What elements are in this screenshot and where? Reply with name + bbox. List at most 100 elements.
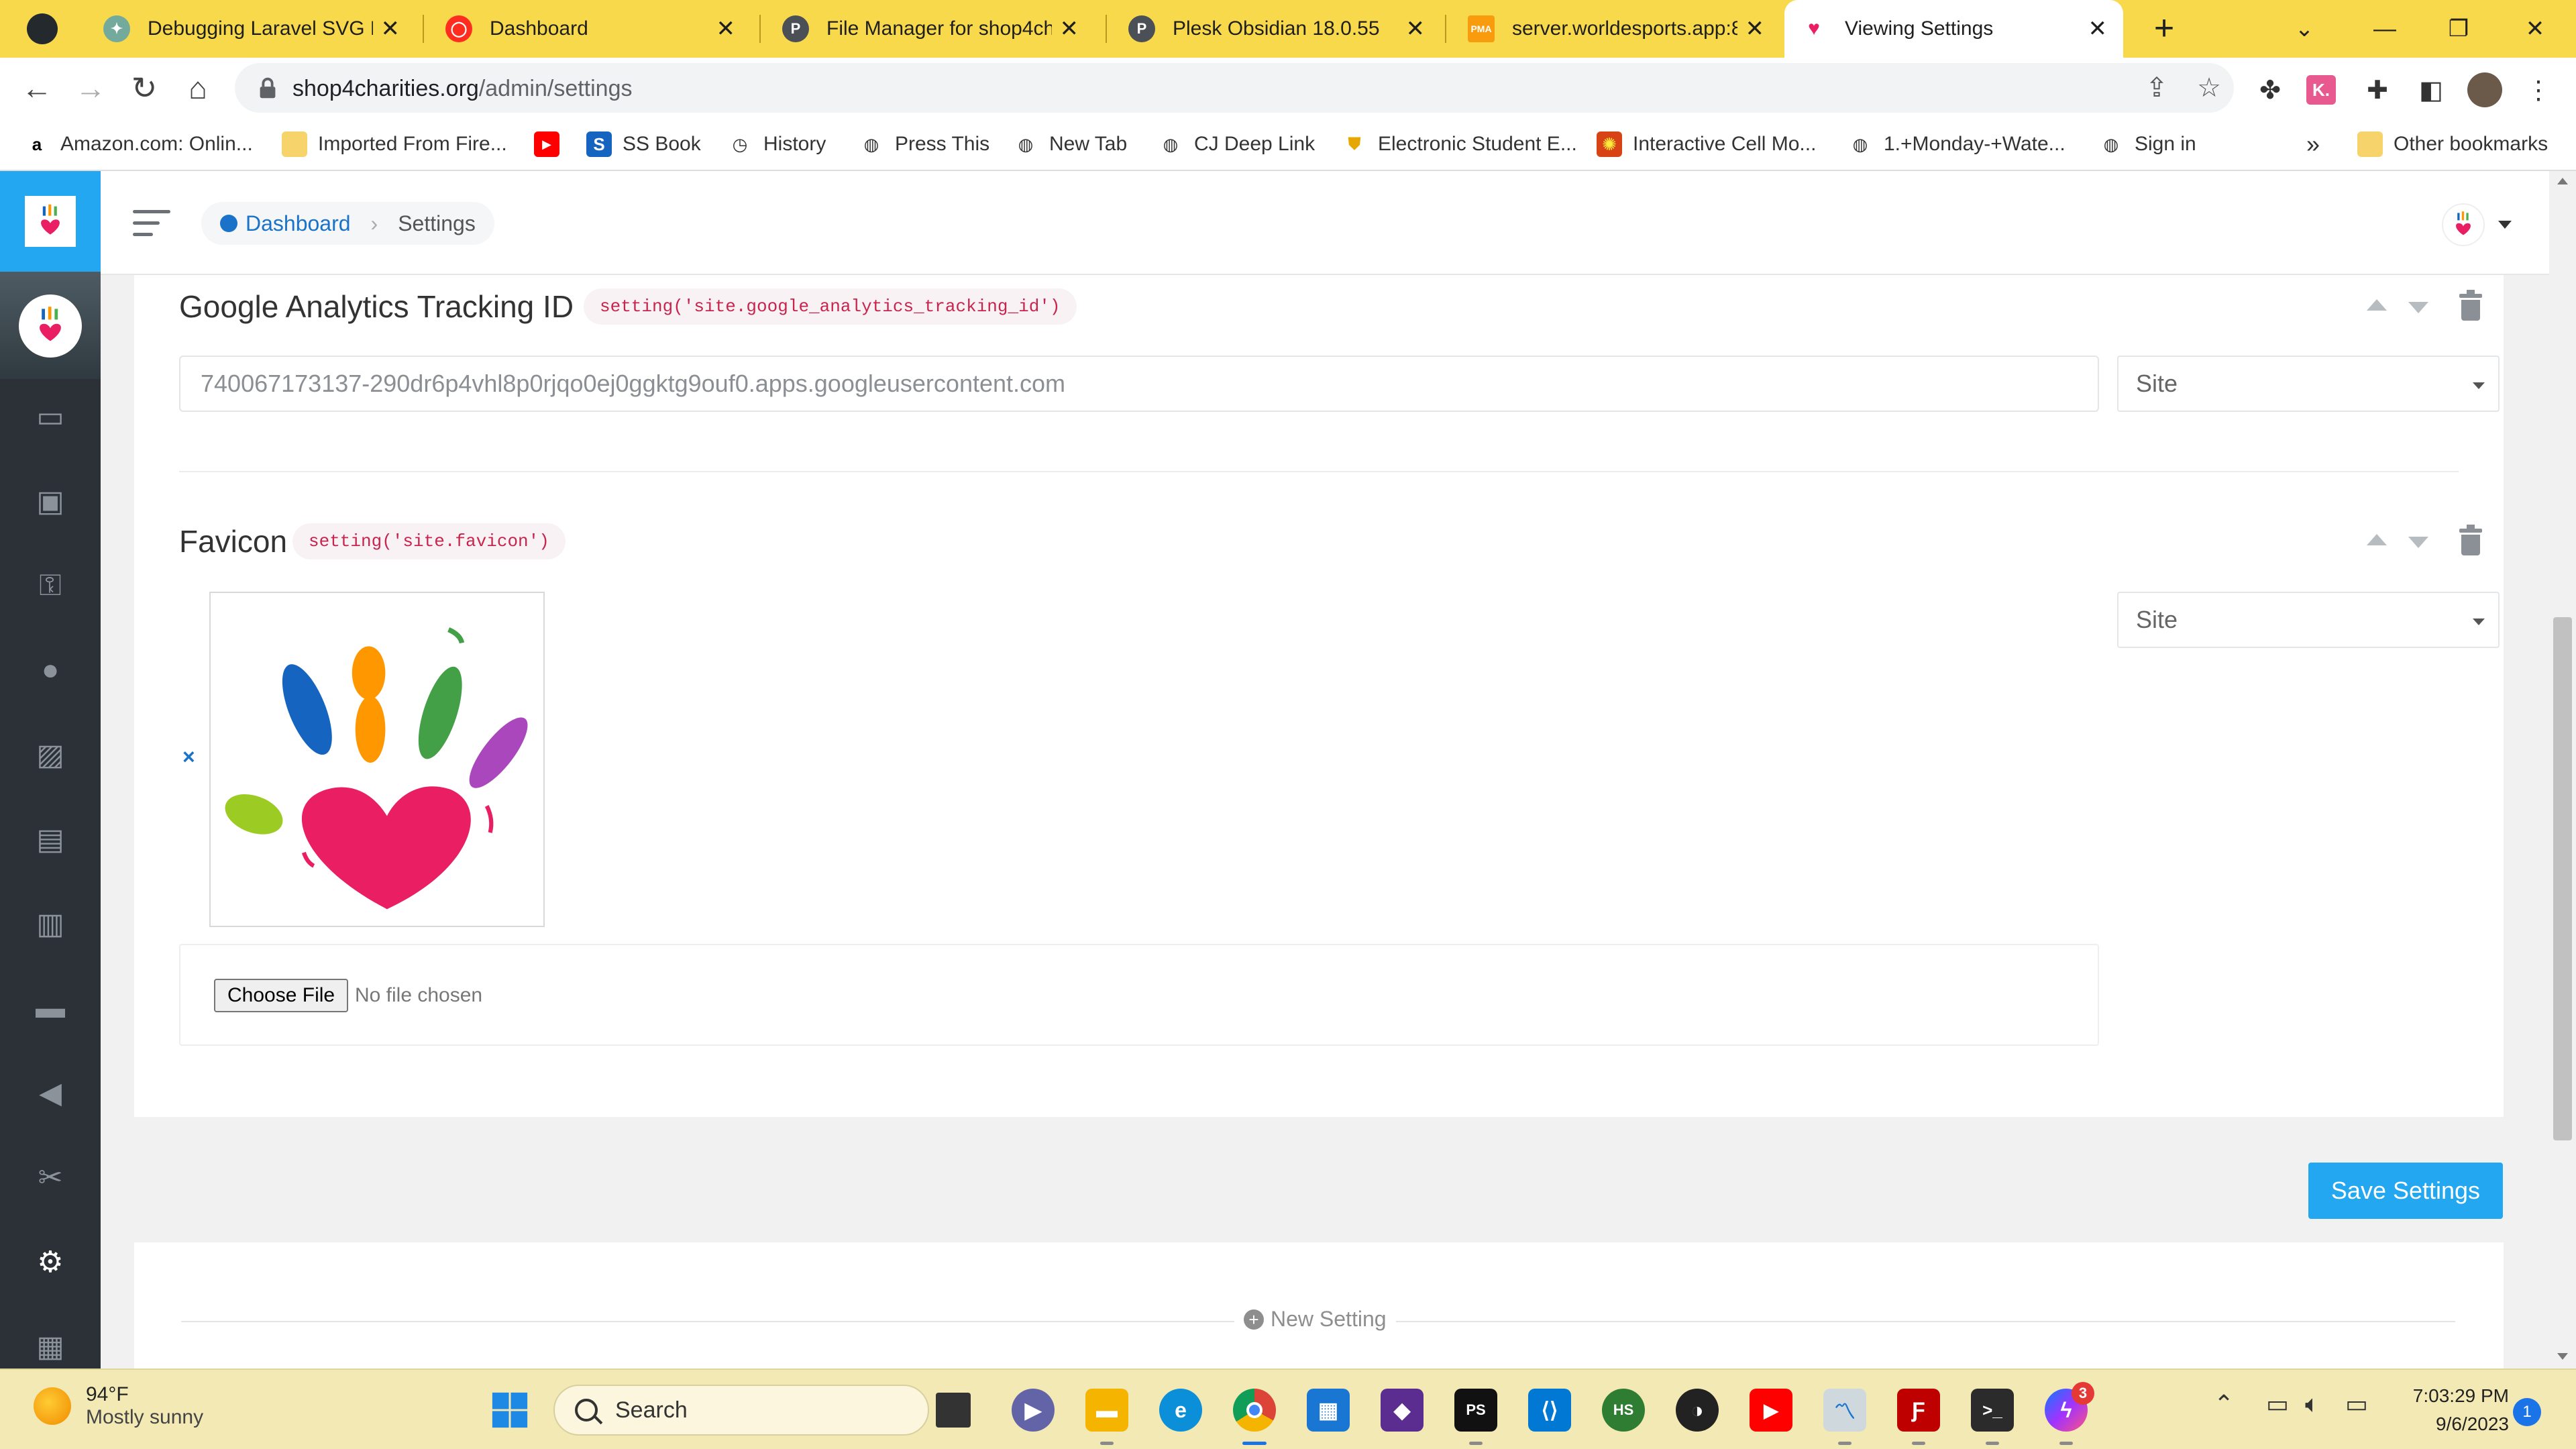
- ga-tracking-input[interactable]: 740067173137-290dr6p4vhl8p0rjqo0ej0ggktg…: [179, 356, 2099, 412]
- filezilla-icon[interactable]: Ƒ: [1897, 1389, 1940, 1445]
- close-window-button[interactable]: ✕: [2498, 0, 2572, 58]
- sidebar-item-media[interactable]: ▣: [30, 481, 70, 521]
- breadcrumb-dashboard[interactable]: Dashboard: [220, 211, 351, 236]
- edge-icon[interactable]: e: [1159, 1389, 1202, 1432]
- heidisql-icon[interactable]: HS: [1602, 1389, 1645, 1432]
- vscode-icon[interactable]: ⟨⟩: [1528, 1389, 1571, 1432]
- bookmark-youtube[interactable]: ▶: [534, 127, 570, 161]
- volume-icon[interactable]: 🔈︎: [2305, 1390, 2320, 1419]
- ga-group-select[interactable]: Site: [2117, 356, 2500, 412]
- delete-icon[interactable]: [2459, 290, 2482, 321]
- side-panel-icon[interactable]: ◧: [2414, 72, 2449, 107]
- bookmark-new-tab[interactable]: ◍ New Tab: [1013, 127, 1128, 161]
- restore-button[interactable]: ❐: [2422, 0, 2496, 58]
- home-button[interactable]: ⌂: [174, 64, 221, 111]
- tab-dashboard[interactable]: ◯ Dashboard ✕: [429, 0, 751, 58]
- weather-widget[interactable]: 94°F Mostly sunny: [34, 1383, 203, 1429]
- bookmark-press-this[interactable]: ◍ Press This: [859, 127, 990, 161]
- scroll-up-arrow[interactable]: [2557, 178, 2568, 184]
- close-icon[interactable]: ✕: [716, 15, 736, 42]
- bookmark-interactive-cell[interactable]: ✺ Interactive Cell Mo...: [1597, 127, 1816, 161]
- scroll-thumb[interactable]: [2553, 617, 2572, 1140]
- sidebar-item-dashboard[interactable]: ▭: [30, 396, 70, 437]
- close-icon[interactable]: ✕: [1406, 15, 1426, 42]
- favicon-group-select[interactable]: Site: [2117, 592, 2500, 648]
- bookmark-amazon[interactable]: a Amazon.com: Onlin...: [24, 127, 253, 161]
- bookmark-imported[interactable]: Imported From Fire...: [282, 127, 507, 161]
- hamburger-menu-icon[interactable]: [133, 210, 170, 237]
- bookmark-ss-book[interactable]: S SS Book: [586, 127, 701, 161]
- scroll-down-arrow[interactable]: [2557, 1353, 2568, 1360]
- file-explorer-icon[interactable]: ▬: [1085, 1389, 1128, 1445]
- share-icon[interactable]: ⇪: [2141, 72, 2172, 103]
- menu-icon[interactable]: ⋮: [2521, 72, 2556, 107]
- tab-debugging-laravel[interactable]: ✦ Debugging Laravel SVG Di ✕: [87, 0, 416, 58]
- puzzle-icon[interactable]: ✚: [2360, 72, 2395, 107]
- taskbar-search[interactable]: Search: [553, 1385, 929, 1436]
- choose-file-button[interactable]: Choose File: [214, 979, 349, 1012]
- messenger-icon[interactable]: ϟ 3: [2045, 1382, 2094, 1445]
- profile-avatar[interactable]: [2467, 72, 2502, 107]
- reload-button[interactable]: ↻: [121, 64, 168, 111]
- resource-monitor-icon[interactable]: 〽: [1823, 1389, 1866, 1445]
- sidebar-item-images[interactable]: ▨: [30, 735, 70, 775]
- sidebar-item-pages[interactable]: ▥: [30, 904, 70, 944]
- sidebar-item-roles[interactable]: ⚿: [30, 566, 70, 606]
- tab-file-manager[interactable]: P File Manager for shop4cha ✕: [766, 0, 1095, 58]
- bookmark-other-bookmarks[interactable]: Other bookmarks: [2357, 127, 2548, 161]
- youtube-icon[interactable]: ▶: [1750, 1389, 1792, 1432]
- notification-badge[interactable]: 1: [2513, 1398, 2541, 1426]
- star-icon[interactable]: ☆: [2194, 72, 2224, 103]
- sidebar-item-campaigns[interactable]: ◀: [30, 1073, 70, 1113]
- bookmark-history[interactable]: ◷ History: [727, 127, 826, 161]
- move-up-icon[interactable]: [2367, 534, 2387, 545]
- close-icon[interactable]: ✕: [381, 15, 400, 42]
- bookmark-cj-deep-link[interactable]: ◍ CJ Deep Link: [1158, 127, 1315, 161]
- chrome-icon[interactable]: [1233, 1389, 1276, 1445]
- teams-meet-icon[interactable]: ▶: [1012, 1389, 1055, 1432]
- terminal-icon[interactable]: >_: [1971, 1389, 2014, 1445]
- sidebar-item-tools[interactable]: ✂: [30, 1157, 70, 1197]
- close-icon[interactable]: ✕: [1060, 15, 1079, 42]
- forward-button[interactable]: →: [67, 64, 114, 111]
- close-icon[interactable]: ✕: [1746, 15, 1765, 42]
- bookmark-sign-in[interactable]: ◍ Sign in: [2098, 127, 2196, 161]
- move-down-icon[interactable]: [2408, 302, 2428, 313]
- sidebar-item-posts[interactable]: ▤: [30, 819, 70, 859]
- more-bookmarks-button[interactable]: »: [2306, 127, 2320, 161]
- move-up-icon[interactable]: [2367, 299, 2387, 311]
- minimize-button[interactable]: —: [2348, 0, 2422, 58]
- bitwarden-icon[interactable]: ◑: [1676, 1389, 1719, 1432]
- task-view-icon[interactable]: [936, 1393, 971, 1428]
- new-tab-button[interactable]: +: [2144, 8, 2184, 48]
- tab-search-icon[interactable]: [27, 13, 58, 44]
- brand-logo[interactable]: [0, 171, 101, 272]
- windows-start-icon[interactable]: [488, 1389, 531, 1432]
- visual-studio-icon[interactable]: ◆: [1381, 1389, 1424, 1432]
- tab-phpmyadmin[interactable]: PMA server.worldesports.app:8 ✕: [1452, 0, 1780, 58]
- ms-store-icon[interactable]: ▦: [1307, 1389, 1350, 1432]
- sidebar-item-hooks[interactable]: ▦: [30, 1326, 70, 1366]
- tab-viewing-settings[interactable]: ♥ Viewing Settings ✕: [1784, 0, 2123, 58]
- sidebar-item-users[interactable]: ●: [30, 650, 70, 690]
- close-icon[interactable]: ✕: [2088, 15, 2108, 42]
- sidebar-avatar[interactable]: [19, 294, 82, 358]
- user-menu[interactable]: [2442, 203, 2522, 246]
- phpstorm-icon[interactable]: PS: [1454, 1389, 1497, 1445]
- taskbar-clock[interactable]: 7:03:29 PM 9/6/2023: [2388, 1382, 2509, 1438]
- network-icon[interactable]: ▭: [2266, 1390, 2289, 1418]
- extension-icon[interactable]: ✤: [2253, 72, 2288, 107]
- remove-image-button[interactable]: ×: [182, 745, 195, 769]
- page-scrollbar[interactable]: [2549, 171, 2576, 1368]
- delete-icon[interactable]: [2459, 525, 2482, 555]
- back-button[interactable]: ←: [13, 64, 60, 111]
- tab-plesk-obsidian[interactable]: P Plesk Obsidian 18.0.55 ✕: [1112, 0, 1441, 58]
- save-settings-button[interactable]: Save Settings: [2308, 1163, 2503, 1219]
- sidebar-item-settings[interactable]: ⚙: [30, 1242, 70, 1282]
- battery-icon[interactable]: ▭: [2345, 1390, 2368, 1418]
- address-bar[interactable]: shop4charities.org/admin/settings ⇪ ☆: [235, 63, 2234, 113]
- bookmark-electronic-student[interactable]: ⛊ Electronic Student E...: [1342, 127, 1577, 161]
- tab-search-chevron-icon[interactable]: ⌄: [2267, 0, 2341, 58]
- sidebar-item-categories[interactable]: ▬: [30, 988, 70, 1028]
- keepa-icon[interactable]: K.: [2306, 75, 2336, 105]
